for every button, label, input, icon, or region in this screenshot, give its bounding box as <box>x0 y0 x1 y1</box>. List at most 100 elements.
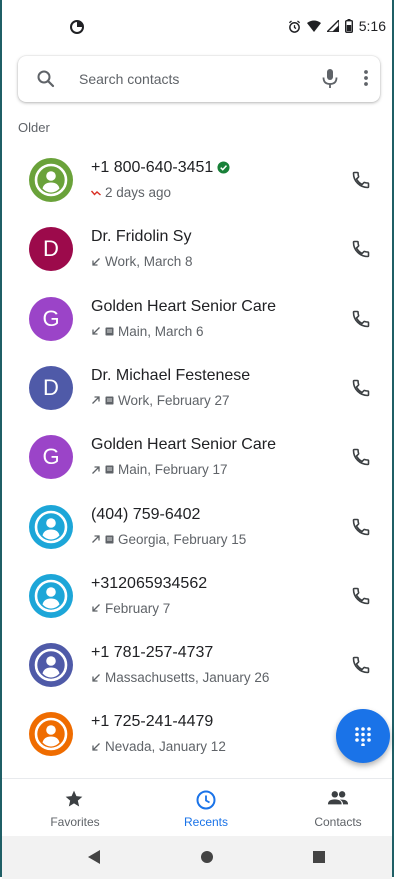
wifi-icon <box>306 20 321 32</box>
contact-avatar[interactable]: G <box>29 296 73 341</box>
search-input[interactable]: Search contacts <box>79 71 179 87</box>
person-avatar-icon[interactable] <box>29 712 73 757</box>
tab-recents-label: Recents <box>183 815 229 829</box>
call-details: Work, March 8 <box>91 254 193 269</box>
search-bar[interactable]: Search contacts <box>18 56 380 102</box>
incoming-call-icon <box>92 673 100 682</box>
caller-name: (404) 759-6402 <box>91 506 200 524</box>
call-details: Main, February 17 <box>91 462 228 477</box>
call-back-icon[interactable] <box>351 170 371 190</box>
system-navigation-bar <box>2 836 392 879</box>
alarm-icon <box>288 19 300 33</box>
call-log-row[interactable]: +1 781-257-4737 Massachusetts, January 26 <box>2 625 392 694</box>
incoming-call-icon <box>92 604 100 612</box>
avatar-letter: D <box>43 236 59 262</box>
sim-card-icon <box>105 465 114 474</box>
caller-name-text: Golden Heart Senior Care <box>91 436 276 454</box>
status-right: 5:16 <box>288 18 386 34</box>
caller-name: +1 781-257-4737 <box>91 644 213 662</box>
tab-favorites-label: Favorites <box>50 815 100 829</box>
sim-card-icon <box>105 327 114 336</box>
status-bar: 5:16 <box>2 0 392 40</box>
verified-icon <box>217 161 230 174</box>
star-icon <box>65 790 83 807</box>
person-avatar-icon[interactable] <box>29 643 73 688</box>
bottom-navigation: Favorites Recents Contacts <box>2 778 392 837</box>
call-back-icon[interactable] <box>351 655 371 675</box>
call-back-icon[interactable] <box>351 586 371 606</box>
incoming-call-icon <box>92 742 100 751</box>
call-details: Main, March 6 <box>91 324 204 339</box>
outgoing-call-icon <box>92 396 100 405</box>
person-icon <box>34 163 68 197</box>
person-avatar-icon[interactable] <box>29 573 73 618</box>
caller-name: Dr. Michael Festenese <box>91 367 250 385</box>
call-detail-text: Massachusetts, January 26 <box>105 670 270 686</box>
call-back-icon[interactable] <box>351 378 371 398</box>
caller-name: Golden Heart Senior Care <box>91 298 276 316</box>
contact-avatar[interactable]: D <box>29 365 73 410</box>
person-icon <box>34 510 68 543</box>
caller-name-text: Dr. Fridolin Sy <box>91 228 192 246</box>
call-log-row[interactable]: +1 725-241-4479 Nevada, January 12 <box>2 694 392 763</box>
notification-icon <box>70 20 84 34</box>
caller-name: +312065934562 <box>91 575 207 593</box>
avatar-letter: G <box>42 305 60 331</box>
caller-name-text: (404) 759-6402 <box>91 505 201 523</box>
home-icon[interactable] <box>200 850 214 864</box>
call-detail-text: Georgia, February 15 <box>118 531 247 547</box>
call-back-icon[interactable] <box>351 447 371 467</box>
cell-signal-icon <box>326 20 339 32</box>
call-detail-text: Work, February 27 <box>118 392 230 408</box>
call-log-row[interactable]: G Golden Heart Senior Care Main, March 6 <box>2 279 392 348</box>
dialpad-icon <box>355 727 371 746</box>
caller-name-text: +1 781-257-4737 <box>91 644 214 662</box>
back-icon[interactable] <box>88 850 101 864</box>
caller-name-text: +1 800-640-3451 <box>91 159 214 176</box>
call-back-icon[interactable] <box>351 239 371 259</box>
call-details: Georgia, February 15 <box>91 532 246 547</box>
overview-icon[interactable] <box>312 850 326 864</box>
caller-name: Dr. Fridolin Sy <box>91 228 191 246</box>
call-back-icon[interactable] <box>351 517 371 537</box>
people-icon <box>327 791 349 805</box>
contact-avatar[interactable]: G <box>29 435 73 480</box>
avatar-letter: D <box>43 374 59 400</box>
call-details: Work, February 27 <box>91 393 230 408</box>
incoming-call-icon <box>92 327 100 335</box>
person-icon <box>34 718 68 751</box>
caller-name: +1 725-241-4479 <box>91 713 213 731</box>
call-log-row[interactable]: G Golden Heart Senior Care Main, February … <box>2 417 392 486</box>
call-details: Nevada, January 12 <box>91 739 226 754</box>
call-detail-text: Main, March 6 <box>118 323 204 339</box>
status-time: 5:16 <box>358 18 386 34</box>
call-log-row[interactable]: +1 800-640-3451 2 days ago <box>2 140 392 209</box>
call-log-row[interactable]: D Dr. Fridolin Sy Work, March 8 <box>2 209 392 278</box>
tab-contacts-label: Contacts <box>314 815 362 829</box>
person-icon <box>34 648 68 682</box>
caller-name-text: Golden Heart Senior Care <box>91 297 276 315</box>
tab-contacts[interactable]: Contacts <box>273 779 396 837</box>
dialpad-button[interactable] <box>336 709 390 763</box>
avatar-letter: G <box>42 444 60 470</box>
call-detail-text: Work, March 8 <box>105 254 193 270</box>
tab-favorites[interactable]: Favorites <box>10 779 140 837</box>
person-avatar-icon[interactable] <box>29 158 73 202</box>
call-log-row[interactable]: (404) 759-6402 Georgia, February 15 <box>2 487 392 556</box>
caller-name-text: +312065934562 <box>91 574 208 592</box>
call-log-row[interactable]: +312065934562 February 7 <box>2 556 392 625</box>
call-back-icon[interactable] <box>351 309 371 329</box>
call-detail-text: 2 days ago <box>105 185 172 200</box>
sim-card-icon <box>105 396 114 405</box>
mic-icon[interactable] <box>320 68 340 90</box>
outgoing-call-icon <box>92 535 100 543</box>
caller-name: +1 800-640-3451 <box>91 159 230 177</box>
call-details: February 7 <box>91 601 170 616</box>
contact-avatar[interactable]: D <box>29 227 73 272</box>
call-log-row[interactable]: D Dr. Michael Festenese Work, February 27 <box>2 348 392 417</box>
incoming-call-icon <box>92 257 100 266</box>
more-options-icon[interactable] <box>363 68 369 88</box>
search-icon <box>37 70 55 88</box>
tab-recents[interactable]: Recents <box>141 779 271 837</box>
person-avatar-icon[interactable] <box>29 504 73 549</box>
